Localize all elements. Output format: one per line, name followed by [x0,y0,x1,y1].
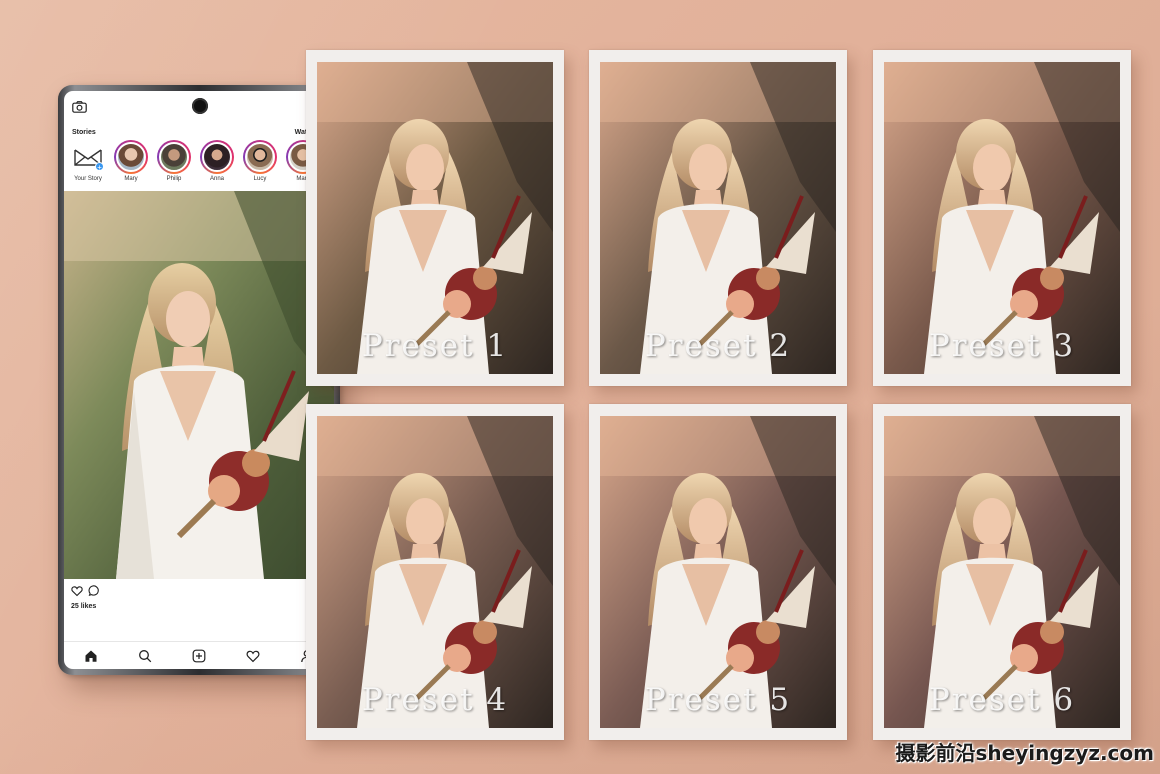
post-actions [64,583,334,601]
top-bar [64,91,334,121]
preset-card-2[interactable]: Preset 2 [589,50,847,386]
stories-header: Stories Watch All [64,127,334,141]
story-name: Anna [209,176,224,182]
preset-card-3[interactable]: Preset 3 [873,50,1131,386]
camera-icon[interactable] [72,101,87,113]
heart-icon[interactable] [246,649,260,663]
brand-logo-icon: + [72,140,104,174]
avatar [245,142,275,172]
phone-mockup: Stories Watch All + Your Story Mary Phil… [58,85,340,675]
likes-count: 25 likes [71,603,97,610]
instagram-screen: Stories Watch All + Your Story Mary Phil… [64,91,334,669]
add-story-icon: + [95,162,104,172]
preset-card-4[interactable]: Preset 4 [306,404,564,740]
stories-title: Stories [72,129,96,136]
story-mary[interactable]: Mary [111,140,151,182]
avatar [116,142,146,172]
preset-card-6[interactable]: Preset 6 [873,404,1131,740]
preset-photo: Preset 3 [884,62,1120,374]
bottom-nav [64,641,334,669]
preset-label: Preset 1 [361,328,509,364]
avatar [202,142,232,172]
preset-photo: Preset 2 [600,62,836,374]
preset-label: Preset 5 [644,682,792,718]
home-icon[interactable] [84,649,98,663]
preset-label: Preset 4 [361,682,509,718]
search-icon[interactable] [138,649,152,663]
preset-label: Preset 2 [644,328,792,364]
comment-icon[interactable] [87,585,99,597]
story-anna[interactable]: Anna [197,140,237,182]
preset-card-1[interactable]: Preset 1 [306,50,564,386]
story-lucy[interactable]: Lucy [240,140,280,182]
preset-photo: Preset 4 [317,416,553,728]
stories-row: + Your Story Mary Philip Anna Lucy Mark [64,140,334,188]
post-photo[interactable] [64,191,334,579]
preset-photo: Preset 5 [600,416,836,728]
watermark: 摄影前沿sheyingzyz.com [895,741,1154,765]
story-name: Your Story [74,176,102,182]
preset-card-5[interactable]: Preset 5 [589,404,847,740]
preset-photo: Preset 1 [317,62,553,374]
preset-label: Preset 3 [928,328,1076,364]
story-name: Philip [166,176,182,182]
story-name: Mary [124,176,138,182]
heart-icon[interactable] [71,585,83,597]
story-philip[interactable]: Philip [154,140,194,182]
avatar [159,142,189,172]
preset-label: Preset 6 [928,682,1076,718]
front-camera [192,98,208,114]
plus-square-icon[interactable] [192,649,206,663]
preset-photo: Preset 6 [884,416,1120,728]
story-your-story[interactable]: + Your Story [68,140,108,182]
story-name: Lucy [253,176,267,182]
